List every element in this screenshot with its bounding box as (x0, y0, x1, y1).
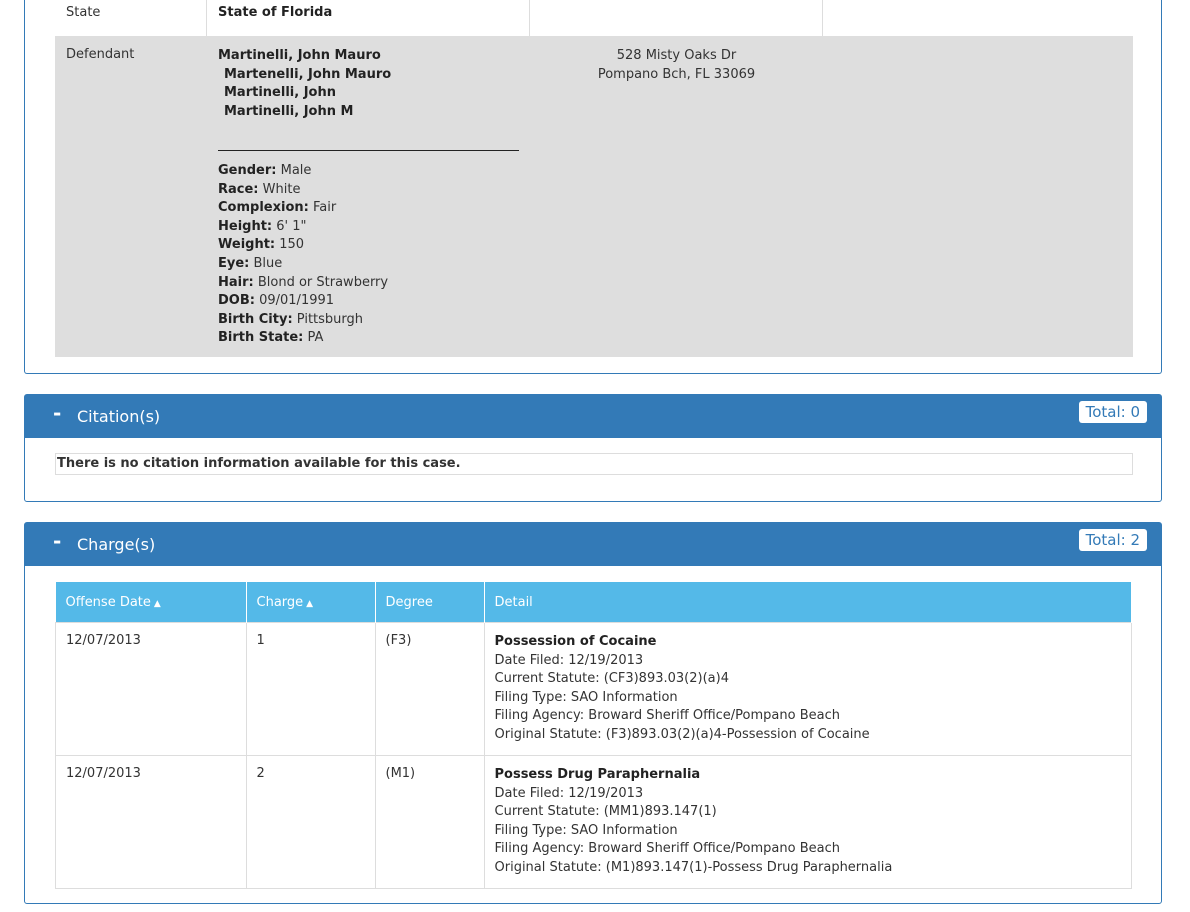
degree-cell: (F3) (374, 622, 485, 756)
citations-panel: - Citation(s) Total: 0 There is no citat… (24, 394, 1162, 502)
collapse-icon[interactable]: - (53, 529, 61, 553)
detail-height: Height: 6' 1" (218, 218, 307, 234)
charge-detail-line: Date Filed: 12/19/2013 (494, 785, 644, 801)
defendant-alias: Martinelli, John (224, 85, 336, 101)
charges-title: Charge(s) (77, 535, 156, 554)
degree-cell: (M1) (374, 755, 485, 889)
divider-line (218, 150, 519, 151)
defendant-alias: Martinelli, John M (224, 103, 354, 119)
detail-birth-city: Birth City: Pittsburgh (218, 311, 364, 327)
charge-detail-line: Date Filed: 12/19/2013 (494, 652, 644, 668)
party-name: State of Florida (218, 5, 333, 20)
citations-empty-message: There is no citation information availab… (57, 456, 461, 471)
charge-number-cell: 1 (245, 622, 376, 756)
party-row-defendant: Defendant Martinelli, John Mauro Martene… (55, 36, 1133, 357)
party-type: State (66, 5, 101, 20)
detail-race: Race: White (218, 181, 301, 197)
sort-icon[interactable]: ▲︎ (306, 599, 313, 609)
charge-detail-line: Filing Agency: Broward Sheriff Office/Po… (494, 841, 840, 857)
address-line-1: 528 Misty Oaks Dr (616, 48, 737, 63)
detail-weight: Weight: 150 (218, 237, 305, 253)
charge-detail-line: Filing Type: SAO Information (494, 822, 678, 838)
column-header-offense-date[interactable]: Offense Date ▲︎ (55, 582, 247, 623)
column-header-degree: Degree (375, 582, 485, 623)
detail-birth-state: Birth State: PA (218, 330, 324, 346)
collapse-icon[interactable]: - (53, 401, 61, 425)
charges-header[interactable]: - Charge(s) Total: 2 (25, 523, 1161, 566)
defendant-alias: Martenelli, John Mauro (224, 66, 392, 82)
citations-header[interactable]: - Citation(s) Total: 0 (25, 395, 1161, 438)
detail-hair: Hair: Blond or Strawberry (218, 274, 389, 290)
table-row: 12/07/2013 1 (F3) Possession of Cocaine … (55, 622, 1132, 756)
charges-total-badge: Total: 2 (1078, 529, 1147, 551)
charges-panel: - Charge(s) Total: 2 Offense Date ▲︎ Char… (24, 522, 1162, 904)
party-type: Defendant (66, 47, 135, 62)
charge-detail-line: Filing Type: SAO Information (494, 689, 678, 705)
party-panel: State State of Florida Defendant Martine… (24, 0, 1162, 374)
charge-title: Possess Drug Paraphernalia (494, 767, 701, 782)
defendant-address: 528 Misty Oaks Dr Pompano Bch, FL 33069 (530, 47, 823, 84)
charge-detail-line: Original Statute: (F3)893.03(2)(a)4-Poss… (494, 726, 870, 742)
charge-detail-line: Filing Agency: Broward Sheriff Office/Po… (494, 708, 840, 724)
citations-total-badge: Total: 0 (1078, 401, 1147, 423)
address-line-2: Pompano Bch, FL 33069 (597, 66, 756, 82)
offense-date-cell: 12/07/2013 (55, 622, 247, 756)
charge-detail-line: Current Statute: (CF3)893.03(2)(a)4 (494, 671, 729, 687)
column-header-charge[interactable]: Charge ▲︎ (246, 582, 376, 623)
charge-title: Possession of Cocaine (494, 634, 657, 649)
charge-detail-line: Original Statute: (M1)893.147(1)-Possess… (494, 859, 893, 875)
charge-detail-line: Current Statute: (MM1)893.147(1) (494, 804, 717, 820)
column-header-detail: Detail (484, 582, 1132, 623)
detail-cell: Possess Drug Paraphernalia Date Filed: 1… (483, 755, 1132, 889)
party-row-state: State State of Florida (55, 0, 1133, 36)
sort-icon[interactable]: ▲︎ (154, 599, 161, 609)
detail-complexion: Complexion: Fair (218, 200, 337, 216)
charge-number-cell: 2 (245, 755, 376, 889)
defendant-name: Martinelli, John Mauro (218, 48, 381, 63)
citations-title: Citation(s) (77, 407, 161, 426)
detail-gender: Gender: Male (218, 163, 312, 178)
defendant-names: Martinelli, John Mauro Martenelli, John … (218, 47, 391, 121)
citations-empty-box: There is no citation information availab… (55, 453, 1133, 475)
table-row: 12/07/2013 2 (M1) Possess Drug Paraphern… (55, 755, 1132, 889)
detail-eye: Eye: Blue (218, 255, 283, 271)
charges-table: Offense Date ▲︎ Charge ▲︎ Degree Detail 12… (55, 582, 1132, 889)
detail-cell: Possession of Cocaine Date Filed: 12/19/… (483, 622, 1132, 756)
defendant-details: Gender: Male Race: White Complexion: Fai… (218, 162, 388, 348)
offense-date-cell: 12/07/2013 (55, 755, 247, 889)
detail-dob: DOB: 09/01/1991 (218, 293, 335, 309)
